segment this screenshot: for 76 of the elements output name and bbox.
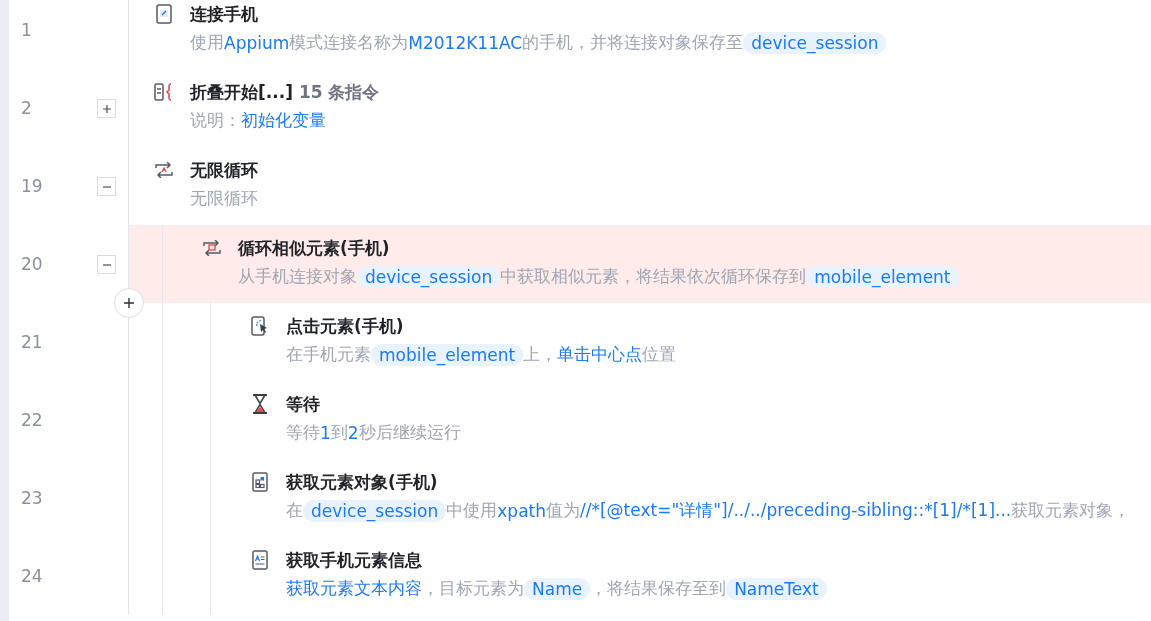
text-element-icon [252, 550, 268, 570]
line-number: 20 [21, 254, 43, 274]
parameter-link[interactable]: 单击中心点 [557, 343, 643, 366]
step-title: 连接手机 [190, 3, 258, 26]
loop-icon [202, 240, 222, 256]
description-text: 获取元素对象， [1011, 499, 1131, 522]
description-text: 值为 [546, 499, 580, 520]
minus-icon [101, 185, 112, 188]
step-title: 获取手机元素信息 [286, 549, 422, 572]
description-text: 上， [523, 343, 558, 366]
description-text: 从手机连接对象 [238, 265, 357, 288]
description-text: 等待 [286, 421, 320, 444]
description-text: ，目标元素为 [422, 577, 524, 600]
variable-tag[interactable]: device_session [303, 499, 447, 522]
line-number: 24 [21, 566, 43, 586]
line-number: 21 [21, 332, 43, 352]
plus-icon [101, 103, 112, 114]
line-number: 2 [21, 98, 32, 118]
description-text: 秒后继续运行 [358, 421, 461, 444]
description-text: 到 [330, 421, 348, 444]
instruction-count: 15 条指令 [298, 81, 380, 104]
plus-icon [123, 297, 135, 309]
parameter-link[interactable]: xpath [497, 500, 546, 521]
add-step-button[interactable] [114, 288, 144, 318]
step-title: 循环相似元素(手机) [238, 237, 390, 260]
description-text: ，将结果保存至到 [590, 577, 727, 600]
step-title: 点击元素(手机) [286, 315, 404, 338]
variable-tag[interactable]: mobile_element [371, 343, 524, 366]
parameter-link[interactable]: 1 [320, 422, 331, 443]
minus-icon [101, 263, 112, 266]
description-text: 模式连接名称为 [289, 31, 409, 52]
step-row[interactable]: 点击元素(手机) 在手机元素 mobile_element 上，单击中心点位置 [129, 303, 1151, 381]
hourglass-icon [252, 394, 268, 414]
line-number: 1 [21, 20, 32, 40]
step-title: 获取元素对象(手机) [286, 471, 438, 494]
parameter-link[interactable]: //*[@text="详情"]/../../preceding-sibling::*[1]/*[1]... [580, 499, 1012, 522]
phone-link-icon [156, 4, 172, 24]
collapse-button[interactable] [97, 177, 116, 196]
step-title: 折叠开始[...] [190, 81, 293, 104]
variable-tag[interactable]: device_session [357, 265, 501, 288]
step-row[interactable]: 获取手机元素信息 获取元素文本内容，目标元素为 Name ，将结果保存至到 NameText [129, 537, 1151, 615]
variable-tag[interactable]: NameText [726, 577, 827, 600]
line-number: 19 [21, 176, 43, 196]
description-text: 说明： [190, 109, 241, 132]
step-row[interactable]: 获取元素对象(手机) 在 device_session 中使用xpath值为//*[@text="详情"]/../../preceding-sibling::*[1]/*[1]...获取元素对象， [129, 459, 1151, 537]
step-row[interactable]: 循环相似元素(手机) 从手机连接对象 device_session 中获取相似元素，将结果依次循环保存到 mobile_element [129, 225, 1151, 303]
description-text: 使用 [190, 31, 224, 52]
parameter-link[interactable]: 2 [347, 422, 359, 443]
parameter-link[interactable]: Appium [224, 32, 290, 53]
collapse-button[interactable] [97, 255, 116, 274]
description-text: 在手机元素 [286, 343, 371, 366]
step-title: 无限循环 [190, 159, 258, 182]
step-row[interactable]: 折叠开始[...] 15 条指令 说明：初始化变量 [129, 69, 1151, 147]
description-text: 位置 [642, 343, 677, 366]
line-number: 23 [21, 488, 43, 508]
element-icon [252, 472, 268, 492]
variable-tag[interactable]: Name [524, 577, 591, 600]
parameter-link[interactable]: 获取元素文本内容 [286, 577, 422, 600]
fold-icon [154, 82, 174, 102]
description-text: 无限循环 [190, 187, 258, 210]
description-text: 中使用 [446, 499, 498, 522]
parameter-link[interactable]: M2012K11AC [408, 32, 523, 53]
variable-tag[interactable]: device_session [743, 31, 887, 54]
step-title: 等待 [286, 393, 320, 416]
line-number: 22 [21, 410, 43, 430]
variable-tag[interactable]: mobile_element [806, 265, 959, 288]
step-row[interactable]: 连接手机 使用Appium模式连接名称为M2012K11AC的手机，并将连接对象保存至 device_session [129, 0, 1151, 69]
loop-icon [154, 162, 174, 178]
description-text: 在 [286, 499, 303, 522]
parameter-link[interactable]: 初始化变量 [241, 109, 326, 132]
step-row[interactable]: 无限循环 无限循环 [129, 147, 1151, 225]
description-text: 中获取相似元素，将结果依次循环保存到 [500, 265, 807, 288]
description-text: 的手机，并将连接对象保存至 [522, 31, 744, 54]
tap-icon [251, 316, 269, 336]
step-row[interactable]: 等待 等待1到2秒后继续运行 [129, 381, 1151, 459]
expand-button[interactable] [97, 99, 116, 118]
